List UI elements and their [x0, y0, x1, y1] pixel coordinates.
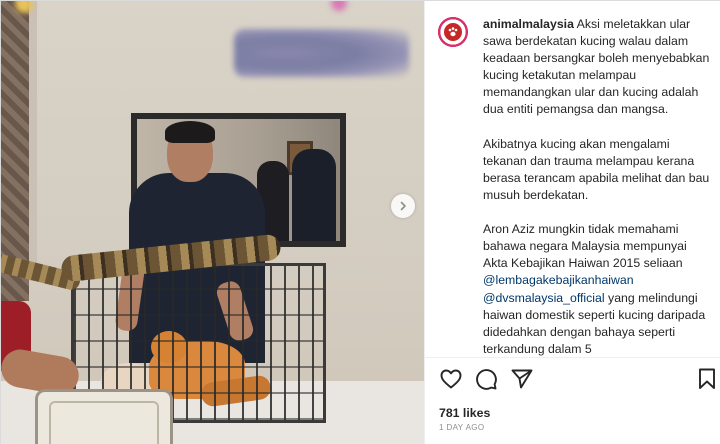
- blurred-logo: [234, 29, 409, 77]
- paper-plane-icon: [511, 369, 533, 389]
- post-media[interactable]: [1, 1, 424, 444]
- caption-area[interactable]: animalmalaysia Aksi meletakkan ular sawa…: [425, 1, 720, 357]
- post-timestamp[interactable]: 1 DAY AGO: [439, 423, 485, 432]
- caption-paragraph-1: Aksi meletakkan ular sawa berdekatan kuc…: [483, 17, 713, 117]
- post-side-panel: animalmalaysia Aksi meletakkan ular sawa…: [424, 1, 720, 444]
- paw-logo-icon: [444, 23, 462, 41]
- door-edge: [29, 1, 37, 281]
- save-button[interactable]: [695, 367, 719, 391]
- like-button[interactable]: [439, 367, 463, 391]
- comment-button[interactable]: [474, 367, 498, 391]
- divider: [425, 357, 720, 358]
- bookmark-icon: [699, 368, 715, 389]
- next-media-button[interactable]: [391, 194, 415, 218]
- caption-username[interactable]: animalmalaysia: [483, 17, 574, 31]
- heart-icon: [440, 369, 462, 389]
- mention-link[interactable]: @lembagakebajikanhaiwan: [483, 273, 634, 287]
- post-frame: animalmalaysia Aksi meletakkan ular sawa…: [0, 0, 720, 444]
- caption-paragraph-2: Akibatnya kucing akan mengalami tekanan …: [483, 136, 713, 202]
- caption-paragraph-3: Aron Aziz mungkin tidak memahami bahawa …: [483, 222, 690, 271]
- reflected-person: [292, 149, 336, 241]
- chevron-right-icon: [400, 201, 406, 211]
- chair-back-inner: [49, 401, 159, 444]
- mention-link[interactable]: @dvsmalaysia_official: [483, 291, 605, 305]
- paw-icon: [448, 27, 458, 37]
- post-caption: animalmalaysia Aksi meletakkan ular sawa…: [483, 16, 711, 357]
- share-button[interactable]: [510, 367, 534, 391]
- action-bar: [439, 367, 719, 391]
- blurred-spot: [331, 1, 347, 11]
- likes-count[interactable]: 781 likes: [439, 406, 490, 420]
- comment-icon: [476, 369, 497, 390]
- avatar[interactable]: [436, 15, 470, 49]
- man-hair: [165, 121, 215, 143]
